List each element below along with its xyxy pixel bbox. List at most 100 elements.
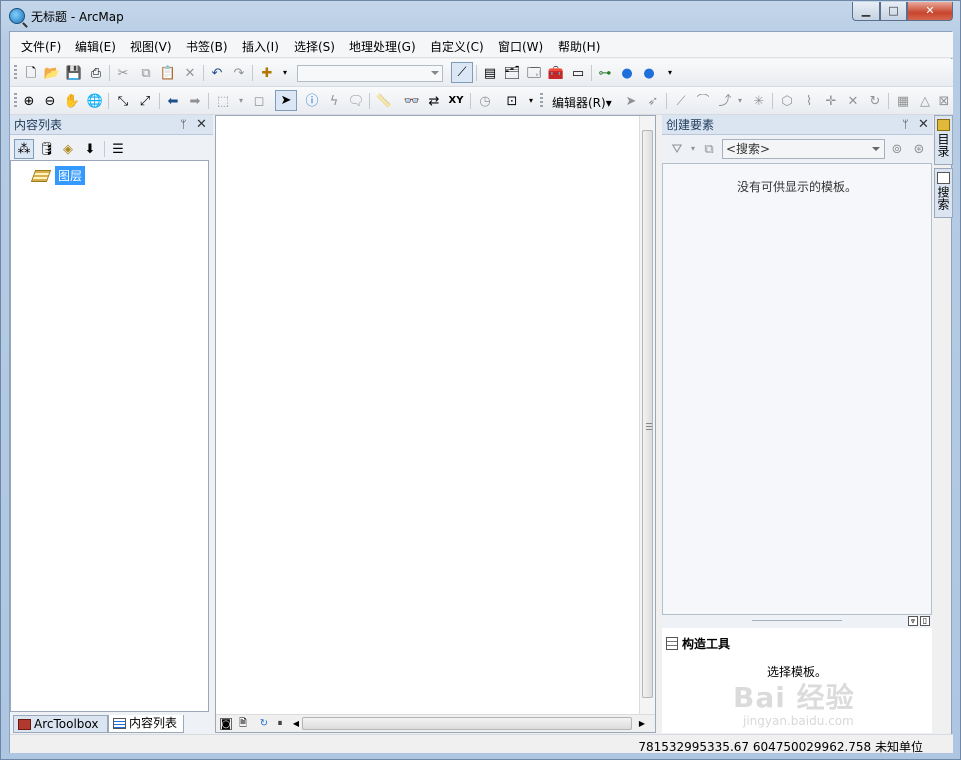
copy-icon[interactable]: ⧉ [137, 64, 155, 82]
back-extent-icon[interactable]: ⬅ [164, 92, 182, 110]
pin-icon[interactable]: ᛘ [180, 115, 187, 135]
scroll-left-icon[interactable]: ◀ [290, 718, 302, 730]
menu-help[interactable]: 帮助(H) [558, 38, 600, 55]
select-features-icon[interactable]: ⬚ [214, 92, 232, 110]
find-binoculars-icon[interactable]: 👓 [403, 92, 421, 110]
layers-label[interactable]: 图层 [55, 166, 86, 185]
end-point-arc-icon[interactable]: ⌒ [694, 92, 712, 110]
catalog-window-icon[interactable]: 🗂 [503, 64, 521, 82]
clear-search-icon[interactable]: ⊛ [910, 140, 928, 158]
go-to-xy-icon[interactable]: XY [447, 92, 465, 110]
menu-insert[interactable]: 插入(I) [242, 38, 279, 55]
identify-icon[interactable]: ⓘ [303, 92, 321, 110]
data-view-icon[interactable]: ◙ [220, 718, 232, 730]
editor-toolbar-icon[interactable]: ⟋ [451, 62, 473, 83]
panel-splitter[interactable]: ⩔ ▯ [662, 615, 933, 627]
cut-polygons-icon[interactable]: ✛ [822, 92, 840, 110]
menu-selection[interactable]: 选择(S) [294, 38, 335, 55]
point-icon[interactable]: ✳ [750, 92, 768, 110]
menu-file[interactable]: 文件(F) [21, 38, 61, 55]
chevron-down-icon[interactable]: ▾ [276, 64, 294, 82]
paste-icon[interactable]: 📋 [159, 64, 177, 82]
select-elements-icon[interactable]: ➤ [275, 90, 297, 111]
tab-search[interactable]: 搜索 [934, 168, 953, 218]
edit-annotation-icon[interactable]: ➶ [644, 92, 662, 110]
attributes-icon[interactable]: ▦ [894, 92, 912, 110]
pan-icon[interactable]: ✋ [63, 92, 81, 110]
maximize-button[interactable]: □ [880, 2, 907, 21]
arctoolbox-icon[interactable]: 🧰 [547, 64, 565, 82]
python-window-icon[interactable]: ▭ [569, 64, 587, 82]
find-route-icon[interactable]: ⇄ [425, 92, 443, 110]
html-popup-icon[interactable]: 🗨 [347, 92, 365, 110]
tab-table-of-contents[interactable]: 内容列表 [108, 715, 184, 733]
table-of-contents-icon[interactable]: ▤ [481, 64, 499, 82]
sketch-properties-icon[interactable]: △ [916, 92, 934, 110]
menu-windows[interactable]: 窗口(W) [498, 38, 543, 55]
list-by-source-icon[interactable]: 🛢 [38, 140, 56, 158]
time-slider-icon[interactable]: ◷ [476, 92, 494, 110]
scroll-right-icon[interactable]: ▶ [636, 718, 648, 730]
new-document-icon[interactable]: 🗋 [22, 64, 40, 82]
blue-circle-icon[interactable]: ● [618, 64, 636, 82]
blue-circle-icon[interactable]: ● [640, 64, 658, 82]
tab-catalog[interactable]: 目录 [934, 115, 953, 165]
zoom-in-icon[interactable]: ⊕ [20, 92, 38, 110]
hyperlink-icon[interactable]: ϟ [325, 92, 343, 110]
full-extent-icon[interactable]: 🌐 [86, 92, 104, 110]
rotate-icon[interactable]: ↻ [866, 92, 884, 110]
list-by-visibility-icon[interactable]: ◈ [59, 140, 77, 158]
edit-tool-icon[interactable]: ➤ [622, 92, 640, 110]
editor-menu-button[interactable]: 编辑器(R)▾ [552, 94, 612, 111]
map-scale-combo[interactable] [297, 65, 443, 82]
measure-icon[interactable]: 📏 [375, 92, 393, 110]
fixed-zoom-in-icon[interactable]: ⤡ [114, 92, 132, 110]
toolbar-grip[interactable] [14, 93, 17, 109]
map-display[interactable]: ◙ 🗎 ↻ ⏸ ◀ ▶ [215, 115, 656, 733]
create-features-icon[interactable]: ⊠ [935, 92, 953, 110]
close-button[interactable]: ✕ [907, 2, 953, 21]
create-viewer-window-icon[interactable]: ⊡ [503, 92, 521, 110]
horizontal-scrollbar[interactable] [302, 717, 632, 730]
zoom-out-icon[interactable]: ⊖ [41, 92, 59, 110]
menu-view[interactable]: 视图(V) [130, 38, 172, 55]
toolbar-grip[interactable] [14, 65, 17, 81]
menu-bookmarks[interactable]: 书签(B) [186, 38, 228, 55]
open-folder-icon[interactable]: 📂 [43, 64, 61, 82]
toolbar-options-icon[interactable]: ▾ [522, 92, 540, 110]
close-icon[interactable]: ✕ [918, 115, 929, 135]
print-icon[interactable]: ⎙ [87, 64, 105, 82]
scrollbar-thumb[interactable] [642, 130, 653, 698]
reshape-icon[interactable]: ⌇ [800, 92, 818, 110]
collapse-down-icon[interactable]: ⩔ [908, 616, 918, 626]
model-builder-icon[interactable]: ⊶ [596, 64, 614, 82]
menu-edit[interactable]: 编辑(E) [75, 38, 116, 55]
list-by-drawing-order-icon[interactable]: ⁂ [14, 139, 34, 159]
chevron-down-icon[interactable]: ▾ [232, 92, 250, 110]
toolbar-options-icon[interactable]: ▾ [661, 64, 679, 82]
menu-geoprocessing[interactable]: 地理处理(G) [349, 38, 416, 55]
pause-drawing-icon[interactable]: ⏸ [274, 718, 286, 730]
vertical-scrollbar[interactable] [639, 116, 655, 714]
close-icon[interactable]: ✕ [196, 115, 207, 135]
split-icon[interactable]: ✕ [844, 92, 862, 110]
organize-templates-icon[interactable]: ⧉ [700, 140, 718, 158]
add-data-icon[interactable]: ✚ [258, 64, 276, 82]
cut-icon[interactable]: ✂ [114, 64, 132, 82]
chevron-down-icon[interactable]: ▾ [731, 92, 749, 110]
edit-vertices-icon[interactable]: ⬡ [778, 92, 796, 110]
minimize-button[interactable]: ▁ [852, 2, 880, 21]
clear-selection-icon[interactable]: ◻ [250, 92, 268, 110]
redo-icon[interactable]: ↷ [230, 64, 248, 82]
search-icon[interactable]: ⊚ [888, 140, 906, 158]
layout-view-icon[interactable]: 🗎 [237, 718, 249, 730]
search-window-icon[interactable]: 🗔 [525, 64, 543, 82]
delete-icon[interactable]: ✕ [181, 64, 199, 82]
tab-arctoolbox[interactable]: ArcToolbox [13, 715, 108, 733]
menu-customize[interactable]: 自定义(C) [430, 38, 484, 55]
options-icon[interactable]: ☰ [109, 140, 127, 158]
fixed-zoom-out-icon[interactable]: ⤢ [136, 92, 154, 110]
pin-icon[interactable]: ᛘ [902, 115, 909, 135]
refresh-icon[interactable]: ↻ [258, 718, 270, 730]
layers-node[interactable]: 图层 [30, 166, 86, 185]
